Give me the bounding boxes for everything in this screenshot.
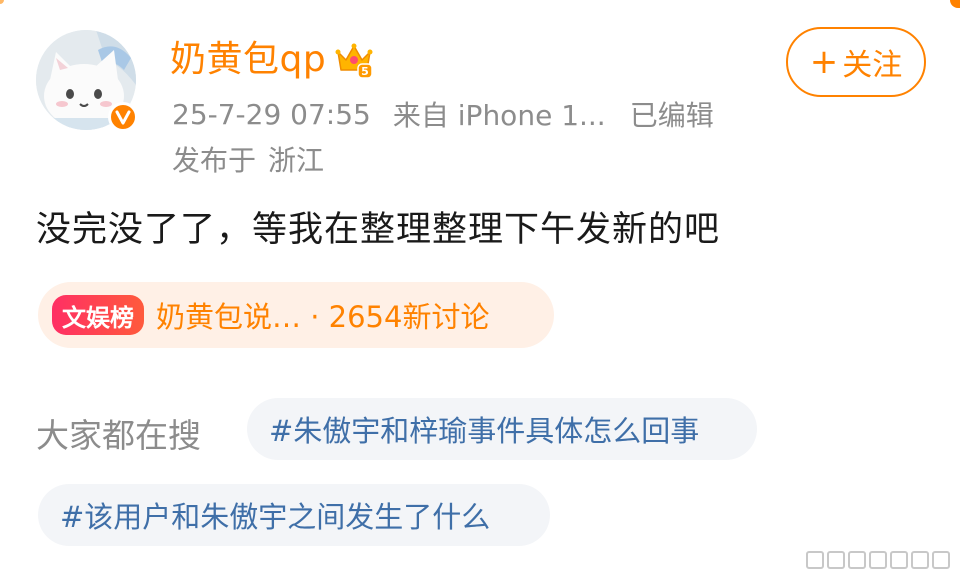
avatar[interactable] — [36, 30, 138, 132]
username-row: 奶黄包qp 5 — [170, 34, 374, 86]
corner-decoration — [950, 0, 960, 8]
post-location: 发布于 浙江 — [172, 139, 324, 179]
watermark-dots — [806, 551, 950, 569]
rank-chip: 文娱榜 — [52, 295, 144, 335]
follow-button[interactable]: + 关注 — [786, 27, 926, 97]
verified-icon — [108, 102, 138, 132]
rank-text: 奶黄包说… · 2654新讨论 — [156, 300, 490, 334]
location-prefix: 发布于 — [172, 144, 257, 177]
post-text: 没完没了了，等我在整理整理下午发新的吧 — [36, 210, 721, 250]
trending-topic[interactable]: #该用户和朱傲宇之间发生了什么 — [38, 484, 550, 546]
trending-search-label: 大家都在搜 — [36, 416, 201, 455]
follow-label: 关注 — [842, 48, 903, 83]
post-card: 奶黄包qp 5 25-7-29 07:55 来自 iPhone 1... 已编辑… — [0, 0, 960, 577]
timestamp: 25-7-29 07:55 — [172, 97, 371, 131]
post-source: 来自 iPhone 1... — [392, 99, 606, 132]
post-meta: 25-7-29 07:55 来自 iPhone 1... 已编辑 — [172, 94, 714, 134]
trending-topic[interactable]: #朱傲宇和梓瑜事件具体怎么回事 — [247, 398, 757, 460]
svg-text:5: 5 — [361, 65, 369, 78]
dot — [932, 551, 950, 569]
username[interactable]: 奶黄包qp — [170, 34, 326, 86]
dot — [869, 551, 887, 569]
edited-label[interactable]: 已编辑 — [630, 94, 714, 134]
location-name: 浙江 — [268, 144, 325, 177]
corner-decoration — [0, 0, 4, 4]
hot-rank-tag[interactable]: 文娱榜 奶黄包说… · 2654新讨论 — [38, 282, 554, 348]
plus-icon: + — [809, 42, 839, 82]
dot — [806, 551, 824, 569]
dot — [890, 551, 908, 569]
dot — [911, 551, 929, 569]
vip-crown-icon[interactable]: 5 — [334, 40, 374, 80]
dot — [827, 551, 845, 569]
dot — [848, 551, 866, 569]
